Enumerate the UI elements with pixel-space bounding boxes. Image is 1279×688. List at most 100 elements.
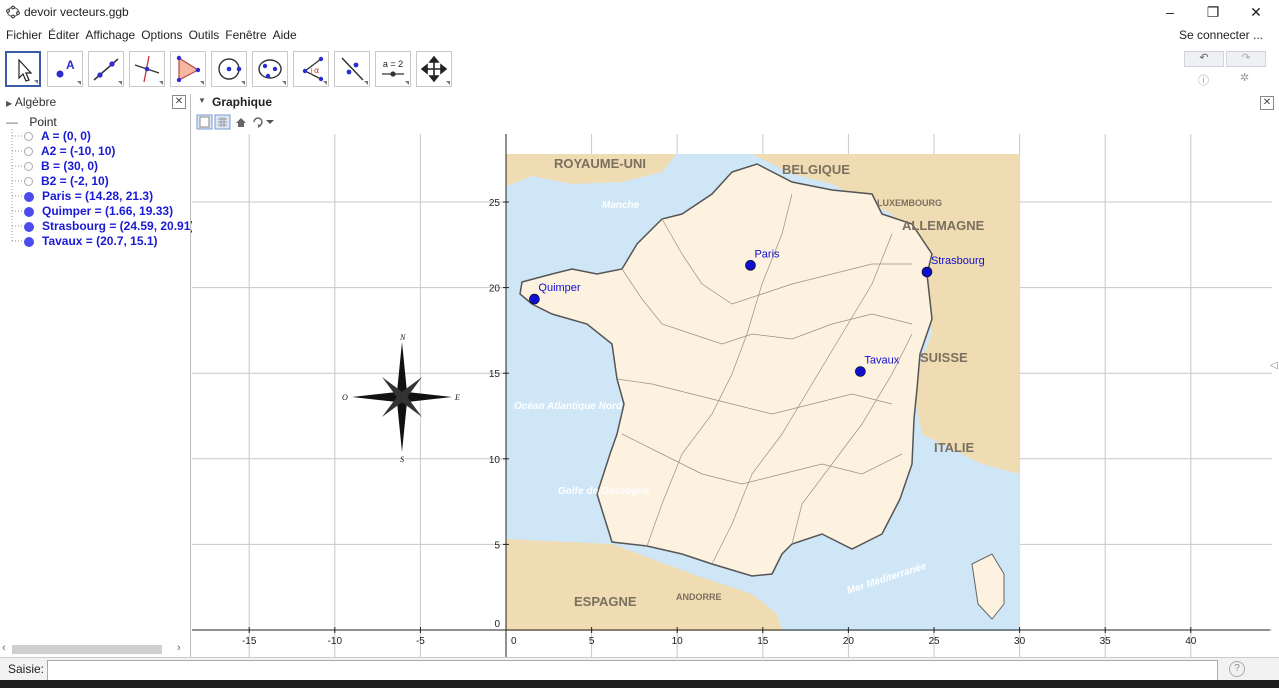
list-item[interactable]: Tavaux = (20.7, 15.1): [24, 234, 158, 249]
menu-fichier[interactable]: Fichier: [4, 25, 44, 45]
menu-aide[interactable]: Aide: [271, 25, 299, 45]
list-item[interactable]: A2 = (-10, 10): [24, 144, 115, 159]
move-tool-button[interactable]: [5, 51, 41, 87]
visibility-toggle-icon[interactable]: [24, 162, 33, 172]
tree-root[interactable]: — Point: [6, 115, 57, 129]
point-paris[interactable]: [745, 260, 756, 271]
close-algebra-button[interactable]: ✕: [172, 95, 186, 109]
title-bar: devoir vecteurs.ggb – ❐ ✕: [0, 0, 1279, 24]
label-andorra: ANDORRE: [676, 592, 722, 602]
move-graphics-tool-button[interactable]: [416, 51, 452, 87]
label-biscay: Golfe de Gascogne: [558, 486, 650, 497]
gear-icon[interactable]: ✲: [1240, 71, 1249, 84]
compass-east: E: [454, 393, 460, 402]
x-tick-label: 5: [589, 636, 595, 647]
x-tick-label: 15: [757, 636, 769, 647]
taskbar: [0, 680, 1279, 688]
list-item[interactable]: B = (30, 0): [24, 159, 98, 174]
visibility-toggle-icon[interactable]: [24, 177, 33, 187]
label-germany: ALLEMAGNE: [902, 218, 985, 233]
maximize-button[interactable]: ❐: [1193, 2, 1233, 22]
menu-fenetre[interactable]: Fenêtre: [223, 25, 268, 45]
point-icon: A: [56, 58, 75, 78]
tree-lines: [11, 129, 22, 243]
list-item[interactable]: Strasbourg = (24.59, 20.91): [24, 219, 194, 234]
visibility-toggle-icon[interactable]: [24, 132, 33, 142]
graphics-canvas[interactable]: ROYAUME-UNI BELGIQUE LUXEMBOURG ALLEMAGN…: [192, 134, 1272, 657]
toolbar: A α a = 2 ↶ ↷ ⓘ ✲: [0, 48, 1279, 94]
collapse-arrow-icon[interactable]: ▼: [198, 96, 206, 105]
x-tick-label: 0: [511, 636, 517, 647]
close-graphics-button[interactable]: ✕: [1260, 96, 1274, 110]
visibility-toggle-icon[interactable]: [24, 206, 34, 217]
panel-expand-icon[interactable]: ◁: [1270, 360, 1278, 371]
conic-tool-button[interactable]: [252, 51, 288, 87]
point-strasbourg[interactable]: [921, 266, 933, 278]
y-tick-label: 15: [489, 369, 501, 380]
sign-in-link[interactable]: Se connecter ...: [1179, 25, 1263, 45]
list-item[interactable]: Paris = (14.28, 21.3): [24, 189, 153, 204]
compass-south: S: [400, 455, 404, 464]
ellipse-icon: [258, 59, 282, 79]
scroll-left-icon[interactable]: ‹: [2, 642, 6, 654]
x-tick-label: 40: [1185, 636, 1197, 647]
algebra-scrollbar[interactable]: ‹ ›: [0, 642, 190, 656]
perpendicular-tool-button[interactable]: [129, 51, 165, 87]
minimize-button[interactable]: –: [1150, 2, 1190, 22]
point-tool-button[interactable]: A: [47, 51, 83, 87]
line-tool-button[interactable]: [88, 51, 124, 87]
point-label-quimper[interactable]: Quimper: [538, 282, 581, 294]
france-map: ROYAUME-UNI BELGIQUE LUXEMBOURG ALLEMAGN…: [506, 154, 1020, 631]
close-window-button[interactable]: ✕: [1236, 2, 1276, 22]
input-help-icon[interactable]: ?: [1229, 661, 1245, 677]
menu-outils[interactable]: Outils: [187, 25, 222, 45]
compass-rose-icon: N S O E: [342, 333, 460, 464]
redo-button[interactable]: ↷: [1226, 51, 1266, 67]
undo-button[interactable]: ↶: [1184, 51, 1224, 67]
axes-toggle-button[interactable]: [196, 114, 286, 130]
input-field[interactable]: [47, 660, 1218, 681]
graphics-title: Graphique: [212, 95, 273, 109]
visibility-toggle-icon[interactable]: [24, 236, 34, 247]
label-atlantic: Océan Atlantique Nord: [514, 401, 623, 412]
angle-icon: α: [302, 56, 324, 82]
circle-icon: [218, 58, 242, 80]
y-tick-label: 20: [489, 284, 501, 295]
y-tick-label: 5: [494, 540, 500, 551]
window-title: devoir vecteurs.ggb: [24, 5, 129, 19]
point-label-strasbourg[interactable]: Strasbourg: [931, 255, 985, 267]
algebra-header: ▶ Algèbre ✕: [6, 94, 188, 110]
x-tick-label: 20: [843, 636, 855, 647]
scroll-right-icon[interactable]: ›: [177, 642, 181, 654]
point-label-paris[interactable]: Paris: [754, 248, 780, 260]
circle-tool-button[interactable]: [211, 51, 247, 87]
polygon-tool-button[interactable]: [170, 51, 206, 87]
algebra-title: Algèbre: [14, 95, 57, 109]
tree-collapse-icon[interactable]: —: [6, 115, 18, 129]
help-icon[interactable]: ⓘ: [1198, 72, 1209, 88]
list-item[interactable]: Quimper = (1.66, 19.33): [24, 204, 173, 219]
graphics-view[interactable]: ROYAUME-UNI BELGIQUE LUXEMBOURG ALLEMAGN…: [192, 134, 1272, 657]
angle-tool-button[interactable]: α: [293, 51, 329, 87]
panel-divider[interactable]: [190, 94, 191, 657]
point-label-tavaux[interactable]: Tavaux: [864, 354, 899, 366]
reflect-tool-button[interactable]: [334, 51, 370, 87]
polygon-icon: [176, 55, 201, 83]
list-item[interactable]: A = (0, 0): [24, 129, 91, 144]
label-italy: ITALIE: [934, 440, 975, 455]
visibility-toggle-icon[interactable]: [24, 191, 34, 202]
menu-affichage[interactable]: Affichage: [83, 25, 137, 45]
reflect-line-icon: [341, 57, 364, 81]
collapse-arrow-icon[interactable]: ▶: [6, 99, 12, 108]
slider-tool-label: a = 2: [383, 59, 403, 69]
x-tick-label: -10: [328, 636, 343, 647]
slider-tool-button[interactable]: a = 2: [375, 51, 411, 87]
visibility-toggle-icon[interactable]: [24, 221, 34, 232]
point-tavaux[interactable]: [855, 366, 866, 377]
scroll-thumb[interactable]: [12, 645, 162, 654]
visibility-toggle-icon[interactable]: [24, 147, 33, 157]
point-quimper[interactable]: [529, 293, 540, 305]
menu-options[interactable]: Options: [139, 25, 184, 45]
list-item[interactable]: B2 = (-2, 10): [24, 174, 109, 189]
menu-editer[interactable]: Éditer: [46, 25, 81, 45]
